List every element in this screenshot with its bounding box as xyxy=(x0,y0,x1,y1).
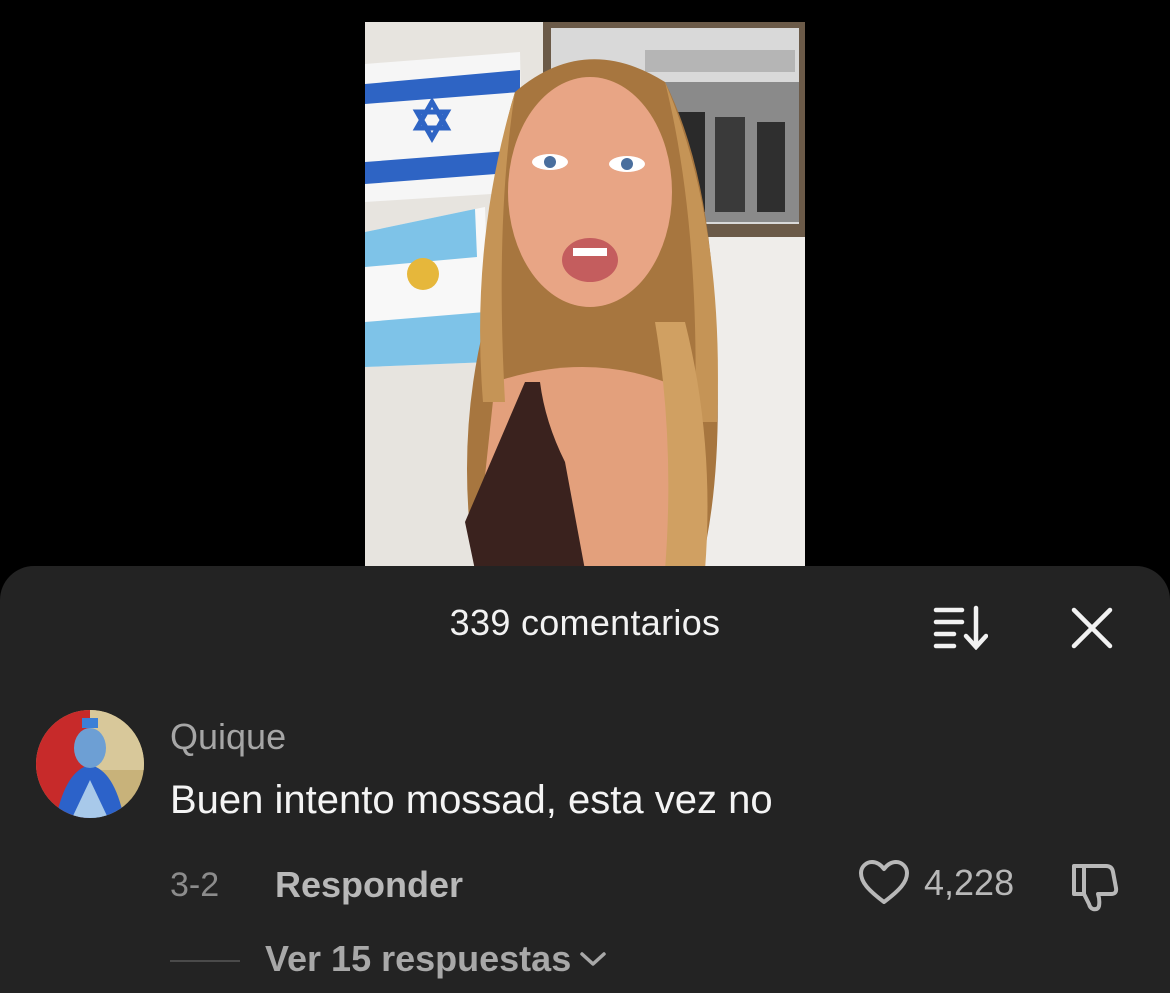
reply-button[interactable]: Responder xyxy=(275,864,463,906)
video-frame-image xyxy=(365,22,805,570)
comments-sheet: 339 comentarios Quique Buen intento moss… xyxy=(0,566,1170,993)
sort-icon xyxy=(933,605,989,651)
replies-divider xyxy=(170,960,240,962)
like-button[interactable]: 4,228 xyxy=(858,858,1014,908)
comment-date: 3-2 xyxy=(170,866,220,904)
thumbs-down-icon xyxy=(1072,864,1119,912)
heart-icon xyxy=(859,860,909,904)
close-icon xyxy=(1071,607,1113,649)
like-count: 4,228 xyxy=(924,862,1015,903)
comment-text: Buen intento mossad, esta vez no xyxy=(170,778,773,822)
close-button[interactable] xyxy=(1068,604,1116,652)
avatar-image xyxy=(36,710,144,818)
screen: 339 comentarios Quique Buen intento moss… xyxy=(0,0,1170,993)
comment-item: Quique Buen intento mossad, esta vez no … xyxy=(0,706,1170,993)
view-replies-label: Ver 15 respuestas xyxy=(265,938,572,979)
sort-button[interactable] xyxy=(932,604,989,651)
dislike-button[interactable] xyxy=(1068,860,1124,912)
comment-username[interactable]: Quique xyxy=(170,716,286,758)
view-replies-button[interactable]: Ver 15 respuestas xyxy=(265,938,607,980)
chevron-down-icon xyxy=(580,952,606,966)
comments-count-title: 339 comentarios xyxy=(449,602,721,643)
video-player[interactable] xyxy=(365,22,805,570)
avatar[interactable] xyxy=(36,710,144,818)
